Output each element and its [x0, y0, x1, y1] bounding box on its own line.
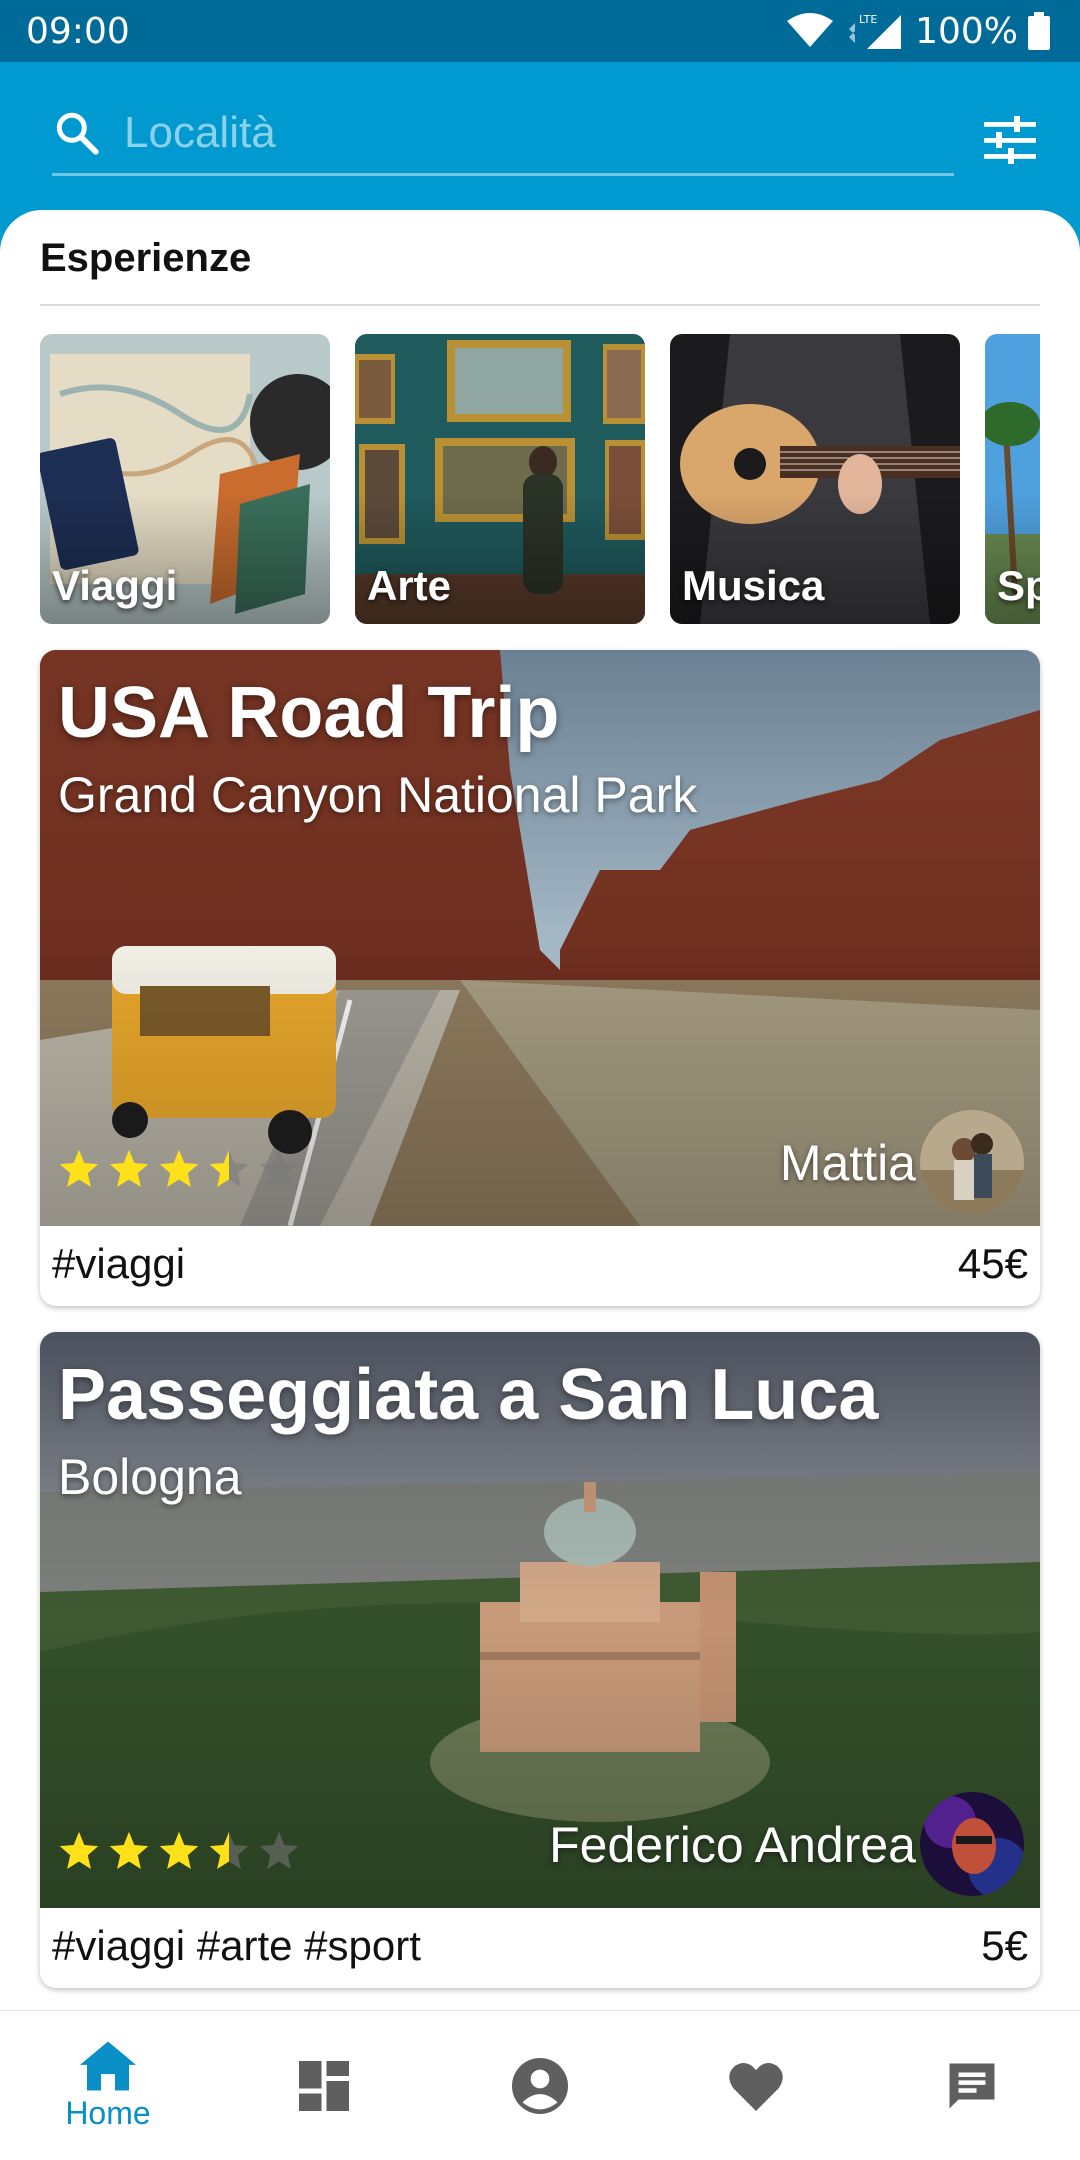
experience-location: Grand Canyon National Park [58, 767, 698, 823]
lte-signal-icon: LTE [849, 13, 902, 49]
category-viaggi[interactable]: Viaggi [40, 334, 330, 624]
star-icon [159, 1149, 199, 1188]
category-musica[interactable]: Musica [670, 334, 960, 624]
star-icon [59, 1149, 99, 1188]
category-carousel[interactable]: Viaggi Arte Musica Sp [40, 334, 1040, 624]
home-icon [80, 2041, 136, 2090]
host-name: Federico Andrea [549, 1817, 916, 1873]
star-icon [159, 1831, 199, 1870]
star-icon [259, 1831, 299, 1870]
experience-card[interactable]: USA Road Trip Grand Canyon National Park… [40, 650, 1040, 1306]
nav-home-label: Home [65, 2094, 151, 2131]
status-time: 09:00 [26, 10, 130, 52]
experience-price: 5€ [981, 1922, 1028, 1969]
experience-tags: #viaggi [52, 1240, 186, 1287]
experience-location: Bologna [58, 1449, 242, 1505]
nav-home[interactable]: Home [0, 2011, 216, 2160]
star-icon [209, 1149, 249, 1188]
location-search-input[interactable] [124, 107, 924, 158]
star-icon [259, 1149, 299, 1188]
search-bar [52, 92, 954, 176]
experience-title: USA Road Trip [58, 673, 560, 753]
account-circle-icon [512, 2058, 568, 2114]
tune-icon [984, 116, 1036, 164]
section-title: Esperienze [40, 236, 252, 280]
experience-card[interactable]: Passeggiata a San Luca Bologna Federico … [40, 1332, 1040, 1988]
experience-title: Passeggiata a San Luca [58, 1355, 879, 1435]
nav-favorites[interactable] [648, 2011, 864, 2160]
svg-text:LTE: LTE [859, 13, 877, 26]
rating-stars [58, 1148, 300, 1190]
bottom-navigation: Home [0, 2010, 1080, 2160]
chat-icon [949, 2063, 995, 2109]
rating-stars [58, 1830, 300, 1872]
experience-tags: #viaggi #arte #sport [52, 1922, 421, 1969]
star-icon [209, 1831, 249, 1870]
host-avatar[interactable] [920, 1110, 1024, 1214]
category-arte[interactable]: Arte [355, 334, 645, 624]
battery-icon [1028, 12, 1050, 50]
status-bar: 09:00 LTE 100% [0, 0, 1080, 62]
category-label: Arte [367, 562, 452, 609]
category-label: Viaggi [52, 562, 178, 609]
divider [40, 304, 1040, 306]
app-bar [0, 62, 1080, 212]
nav-messages[interactable] [864, 2011, 1080, 2160]
category-sport[interactable]: Sp [985, 334, 1040, 624]
nav-dashboard[interactable] [216, 2011, 432, 2160]
star-icon [109, 1831, 149, 1870]
battery-percent: 100% [915, 10, 1018, 52]
experience-price: 45€ [957, 1240, 1028, 1287]
nav-profile[interactable] [432, 2011, 648, 2160]
star-icon [59, 1831, 99, 1870]
wifi-icon [787, 13, 834, 47]
search-icon [56, 112, 99, 155]
category-label: Sp [997, 562, 1040, 609]
filter-button[interactable] [978, 108, 1042, 172]
heart-icon [729, 2062, 783, 2111]
star-icon [109, 1149, 149, 1188]
host-avatar[interactable] [920, 1792, 1024, 1896]
status-icons: LTE 100% [785, 11, 1050, 52]
category-label: Musica [682, 562, 825, 609]
host-name: Mattia [779, 1135, 916, 1191]
dashboard-icon [299, 2061, 349, 2111]
